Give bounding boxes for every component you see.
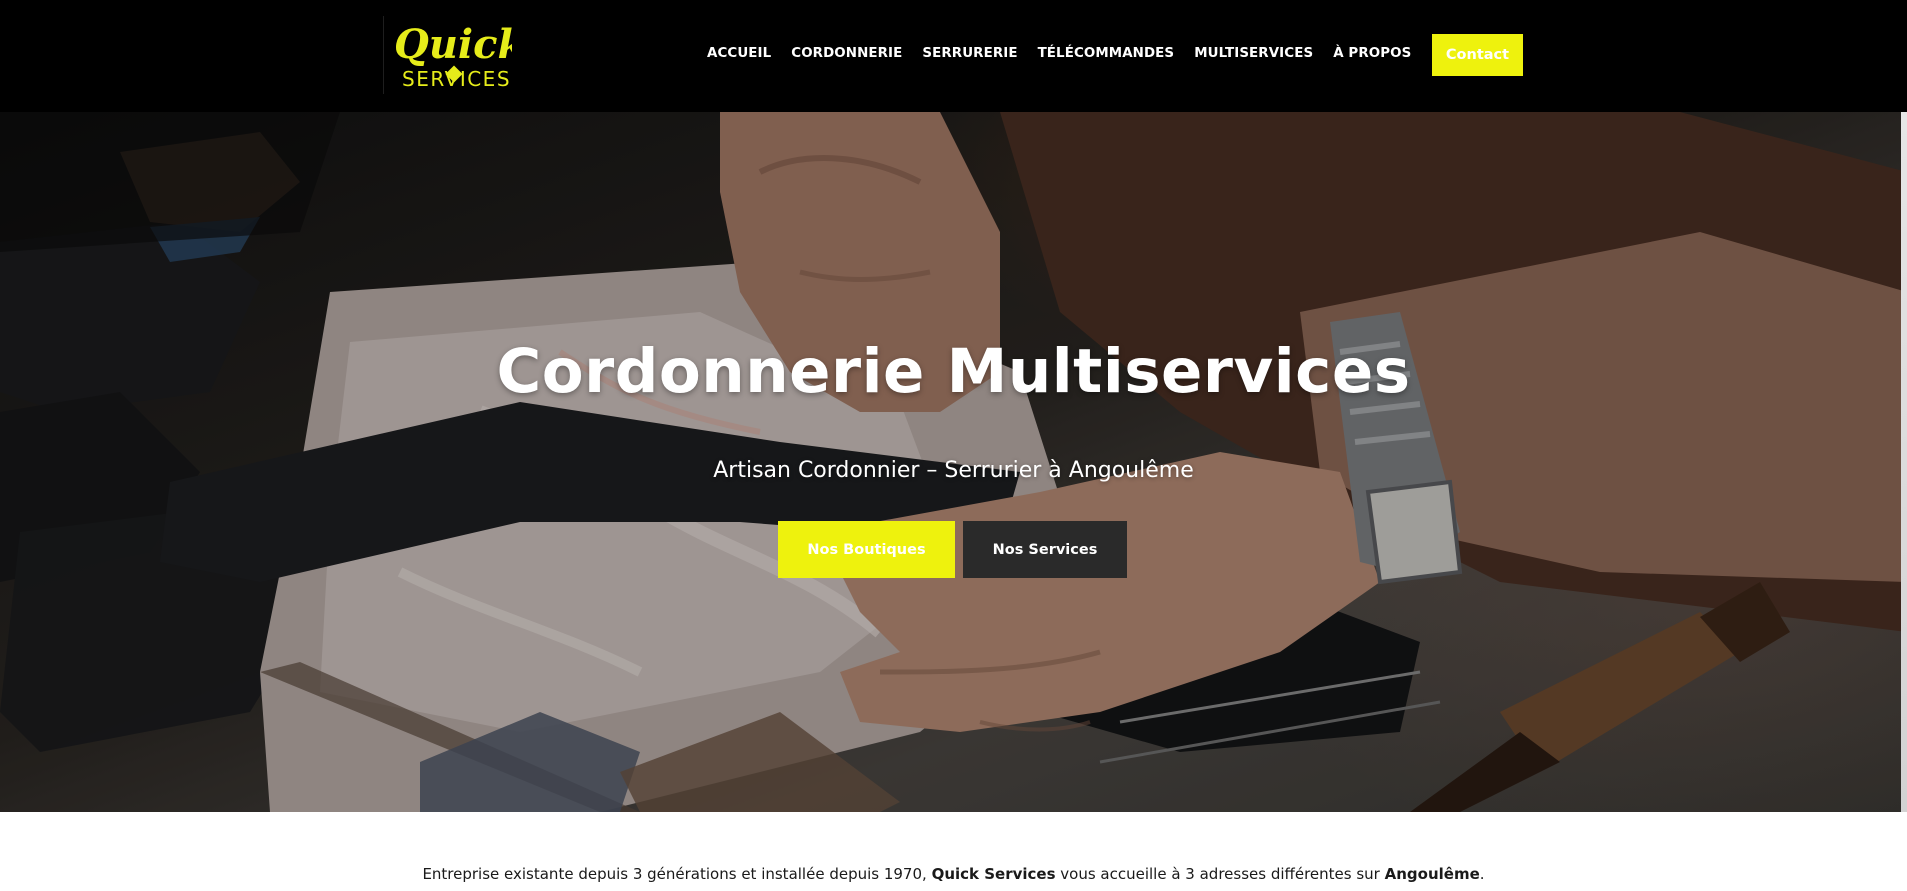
main-nav: ACCUEIL CORDONNERIE SERRURERIE TÉLÉCOMMA… xyxy=(707,43,1451,65)
intro-paragraph: Entreprise existante depuis 3 génération… xyxy=(0,862,1907,886)
hero-title: Cordonnerie Multiservices xyxy=(496,336,1411,407)
hero-banner: Cordonnerie Multiservices Artisan Cordon… xyxy=(0,112,1907,812)
logo-word-quick: Quick xyxy=(394,21,512,68)
intro-city: Angoulême xyxy=(1384,865,1480,883)
contact-button[interactable]: Contact xyxy=(1432,34,1523,76)
intro-text-1: Entreprise existante depuis 3 génération… xyxy=(422,865,932,883)
nav-item-serrurerie[interactable]: SERRURERIE xyxy=(922,43,1017,65)
hero-subtitle: Artisan Cordonnier – Serrurier à Angoulê… xyxy=(713,458,1194,483)
logo-mark: Quick SERVICES xyxy=(384,16,512,94)
intro-brand: Quick Services xyxy=(931,865,1056,883)
nos-boutiques-button[interactable]: Nos Boutiques xyxy=(778,521,955,578)
nav-item-multiservices[interactable]: MULTISERVICES xyxy=(1194,43,1313,65)
scrollbar-track[interactable] xyxy=(1901,112,1907,812)
quick-services-logo[interactable]: Quick SERVICES xyxy=(383,16,512,94)
nav-item-cordonnerie[interactable]: CORDONNERIE xyxy=(791,43,902,65)
site-header: Quick SERVICES ACCUEIL CORDONNERIE SERRU… xyxy=(0,0,1907,112)
page: Quick SERVICES ACCUEIL CORDONNERIE SERRU… xyxy=(0,0,1907,891)
intro-text-2: vous accueille à 3 adresses différentes … xyxy=(1055,865,1385,883)
nos-services-button[interactable]: Nos Services xyxy=(963,521,1127,578)
nav-item-a-propos[interactable]: À PROPOS xyxy=(1333,43,1411,65)
nav-item-accueil[interactable]: ACCUEIL xyxy=(707,43,771,65)
nav-item-telecommandes[interactable]: TÉLÉCOMMANDES xyxy=(1038,43,1175,65)
intro-text-3: . xyxy=(1479,865,1485,883)
